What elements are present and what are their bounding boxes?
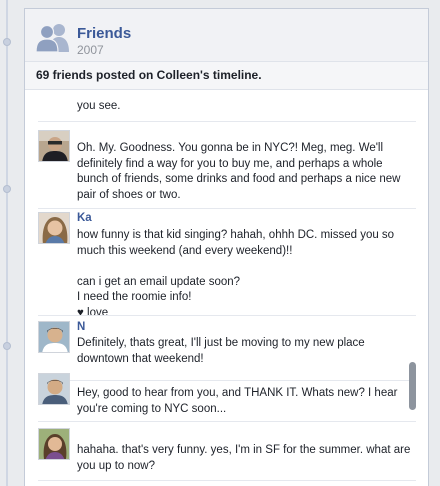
avatar[interactable] (38, 212, 70, 244)
timeline-line (6, 0, 8, 486)
post-divider (38, 380, 416, 381)
post-text: Oh. My. Goodness. You gonna be in NYC?! … (77, 142, 401, 201)
avatar[interactable] (38, 130, 70, 162)
card-title[interactable]: Friends (77, 25, 131, 42)
card-year: 2007 (77, 43, 104, 57)
post-author[interactable]: N (77, 321, 85, 333)
post-text: you see. (77, 100, 121, 112)
avatar[interactable] (38, 321, 70, 353)
post-text: hahaha. that's very funny. yes, I'm in S… (77, 444, 411, 472)
post-text: Definitely, thats great, I'll just be mo… (77, 337, 365, 365)
avatar[interactable] (38, 428, 70, 460)
post-divider (38, 480, 416, 481)
timeline-dot (3, 185, 11, 193)
friends-card: Friends 2007 69 friends posted on Collee… (24, 8, 429, 486)
post-divider (38, 315, 416, 316)
post-divider (38, 421, 416, 422)
timeline-dot (3, 38, 11, 46)
friends-icon (35, 24, 69, 52)
avatar[interactable] (38, 373, 70, 405)
scrollbar[interactable] (409, 362, 416, 410)
post-text: Hey, good to hear from you, and THANK IT… (77, 387, 398, 415)
post-divider (38, 121, 416, 122)
friends-summary: 69 friends posted on Colleen's timeline. (25, 62, 428, 90)
post-author[interactable]: Ka (77, 212, 92, 224)
post-list: you see. Oh. My. Goodness. You gonna be … (25, 89, 428, 486)
timeline-dot (3, 342, 11, 350)
card-header: Friends 2007 (25, 9, 428, 62)
post-text: how funny is that kid singing? hahah, oh… (77, 229, 395, 319)
post-divider (38, 208, 416, 209)
